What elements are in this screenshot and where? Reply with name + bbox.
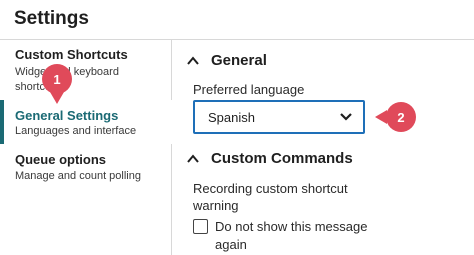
- sidebar-item-general-settings[interactable]: General Settings Languages and interface: [0, 100, 172, 144]
- chevron-down-icon: [340, 113, 352, 121]
- sidebar-item-queue-options[interactable]: Queue options Manage and count polling: [0, 150, 172, 194]
- callout-badge-2: 2: [386, 102, 416, 132]
- sidebar-item-label: Custom Shortcuts: [15, 47, 128, 62]
- section-heading: General: [211, 52, 267, 69]
- title-bar: Settings: [0, 0, 474, 40]
- sidebar-item-custom-shortcuts[interactable]: Custom Shortcuts Widget and keyboard sho…: [0, 46, 172, 93]
- language-select[interactable]: Spanish: [193, 100, 365, 134]
- shortcut-warning-label-line1: Recording custom shortcut: [193, 181, 348, 196]
- preferred-language-label: Preferred language: [193, 82, 305, 97]
- chevron-up-icon: [187, 153, 199, 163]
- chevron-up-icon: [187, 55, 199, 65]
- callout-pointer-1: [50, 92, 64, 104]
- sidebar-item-description: Manage and count polling: [15, 170, 141, 182]
- custom-commands-section-header[interactable]: Custom Commands: [186, 150, 353, 167]
- active-indicator: [0, 100, 4, 144]
- sidebar-item-label: Queue options: [15, 152, 106, 167]
- sidebar-item-description: Languages and interface: [15, 125, 137, 137]
- language-select-value: Spanish: [208, 110, 255, 125]
- do-not-show-checkbox[interactable]: [193, 219, 208, 234]
- callout-badge-1: 1: [42, 64, 72, 94]
- sidebar: Custom Shortcuts Widget and keyboard sho…: [0, 40, 172, 255]
- page-title: Settings: [14, 8, 89, 29]
- do-not-show-checkbox-label[interactable]: Do not show this message again: [215, 218, 395, 254]
- section-heading: Custom Commands: [211, 150, 353, 167]
- general-section-header[interactable]: General: [186, 52, 267, 69]
- sidebar-item-label: General Settings: [15, 108, 119, 123]
- shortcut-warning-label-line2: warning: [193, 198, 239, 213]
